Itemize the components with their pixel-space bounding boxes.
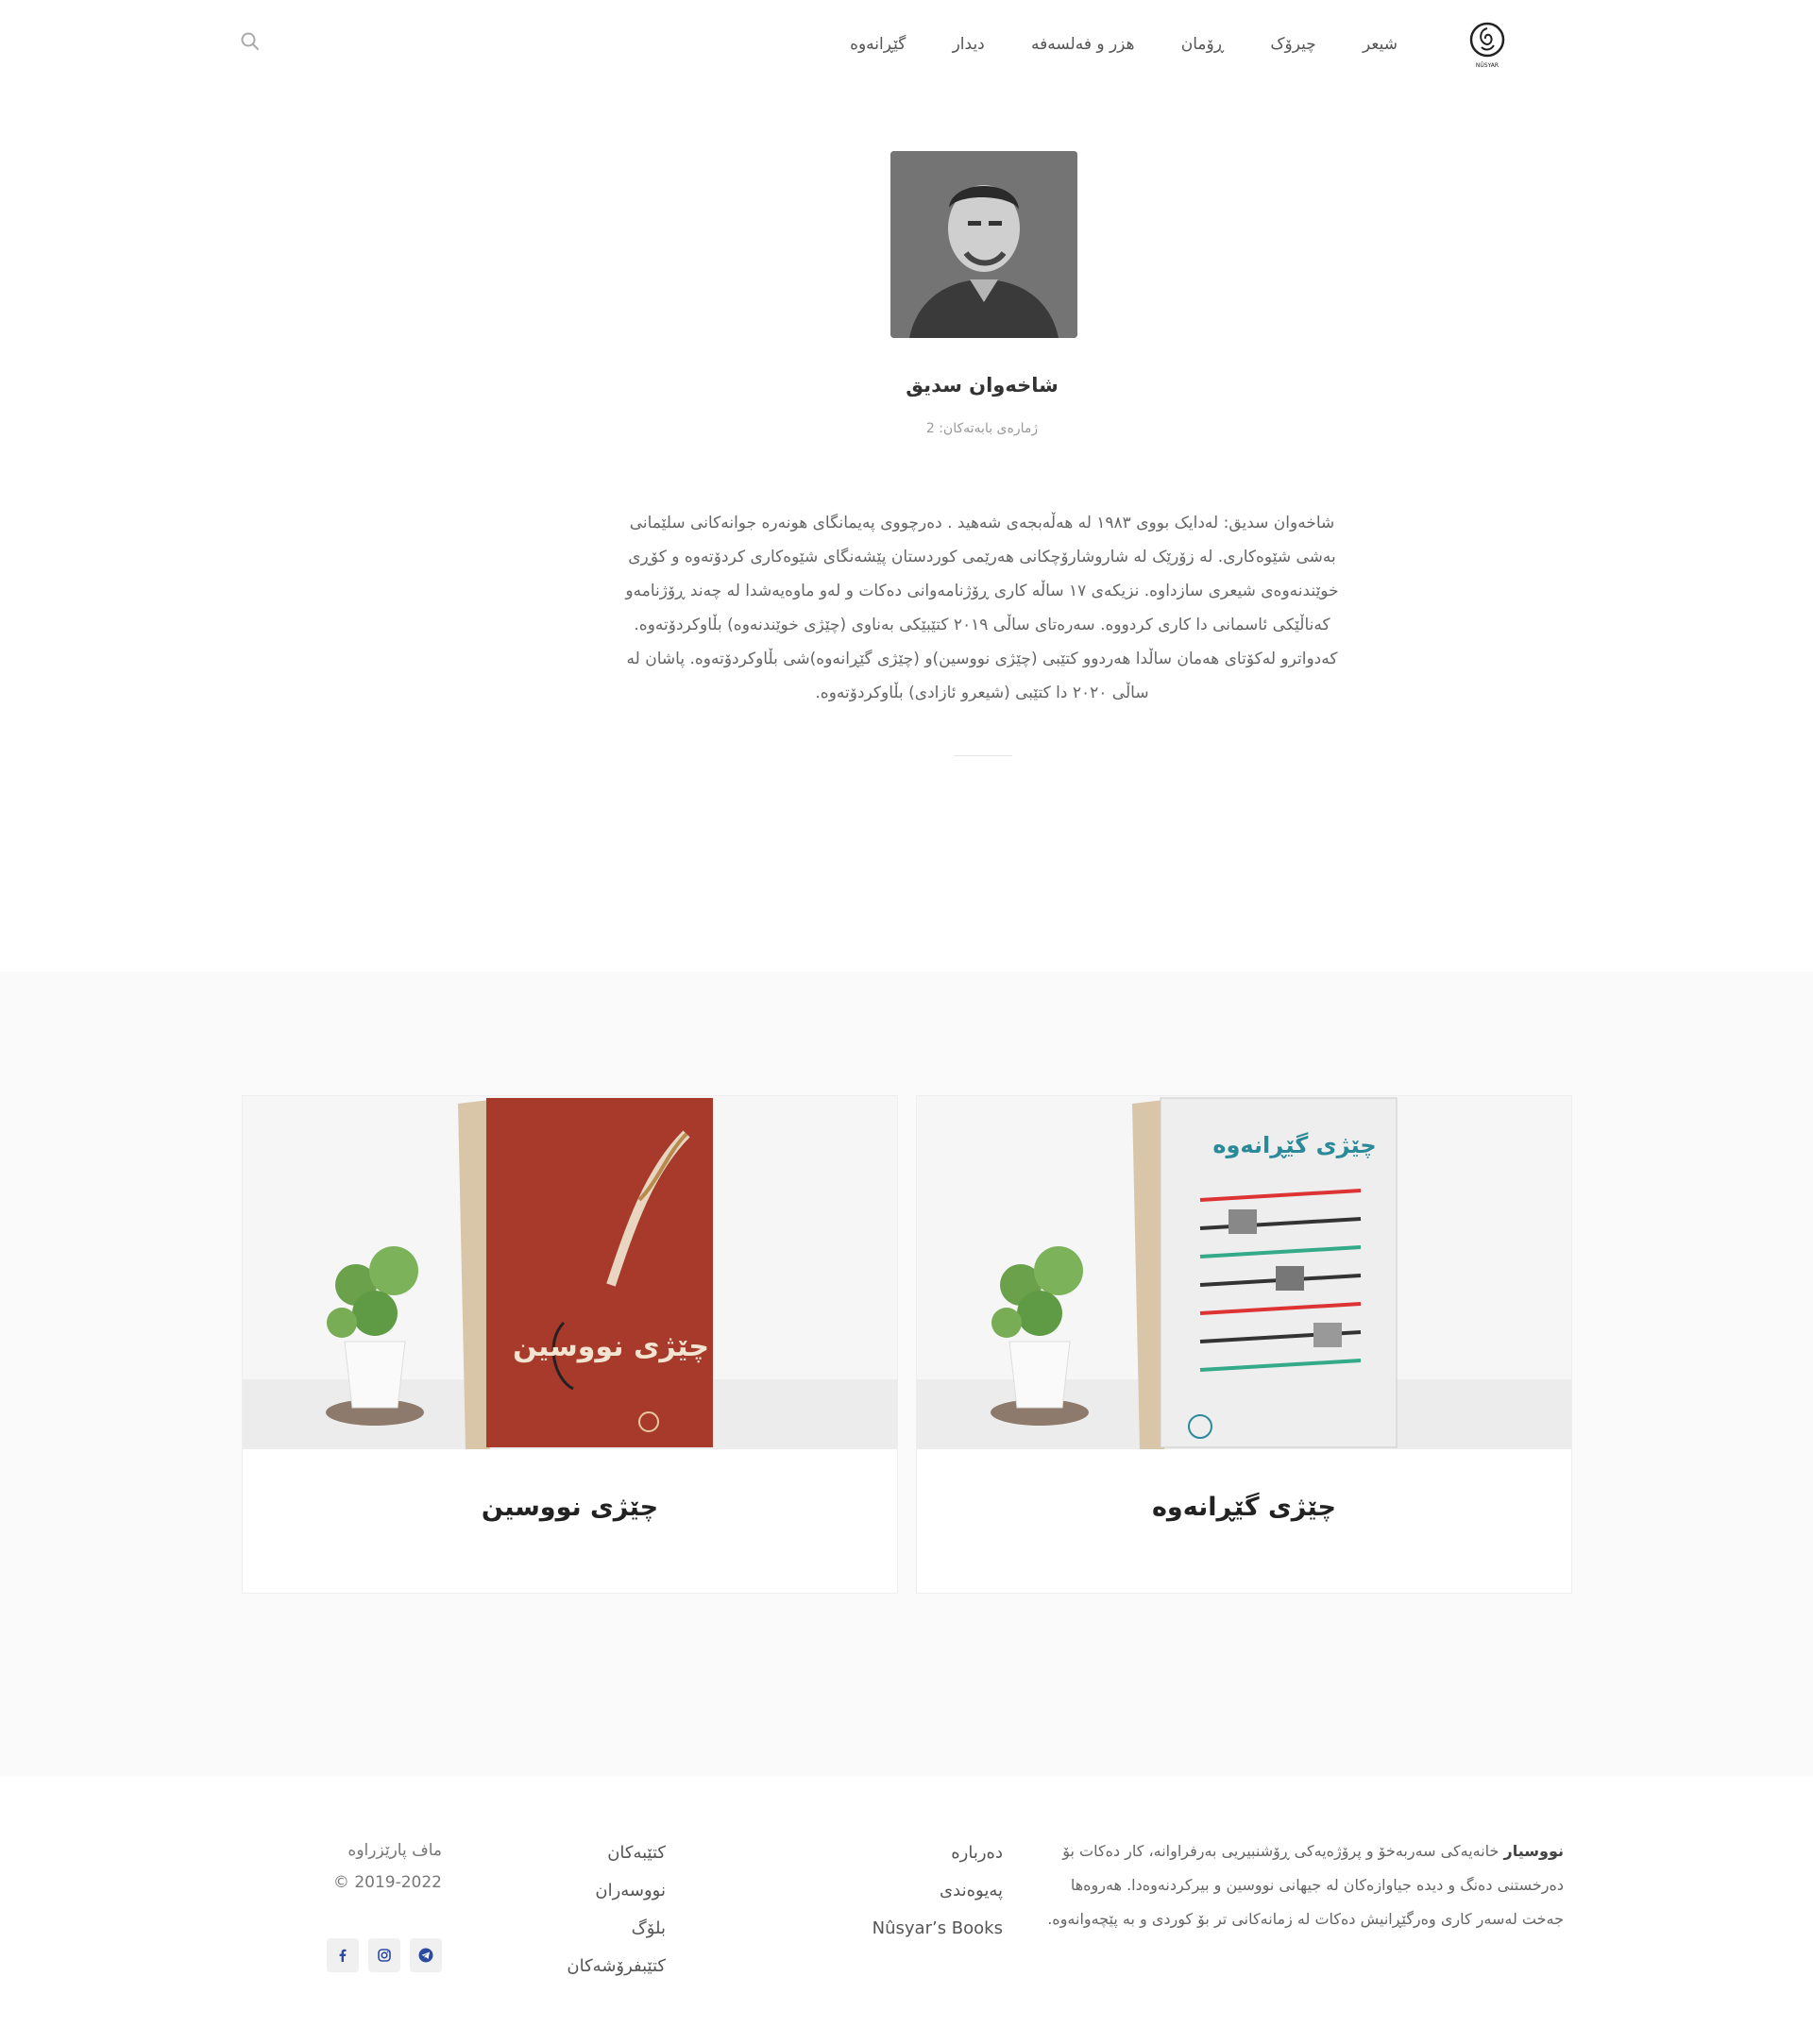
nav-item-narration[interactable]: گێڕانەوە xyxy=(850,35,906,54)
footer-brand: نووسیار xyxy=(1503,1842,1564,1860)
site-header: NÛSYAR شیعر چیرۆک ڕۆمان هزر و فەلسەفە دی… xyxy=(0,0,1813,87)
facebook-icon xyxy=(339,1949,347,1962)
author-post-count: ژمارەی بابەتەکان: 2 xyxy=(925,421,1039,436)
nav-item-novel[interactable]: ڕۆمان xyxy=(1181,35,1224,54)
instagram-icon xyxy=(378,1949,391,1962)
book-title[interactable]: چێژی گێڕانەوە xyxy=(917,1493,1571,1522)
footer-copyright-years: © 2019-2022 xyxy=(332,1873,442,1892)
footer-link-books[interactable]: کتێبەکان xyxy=(529,1834,666,1872)
search-icon xyxy=(241,32,259,50)
book-cover-image[interactable]: چێژی گێڕانەوە xyxy=(917,1096,1571,1449)
author-avatar xyxy=(890,151,1077,338)
author-name: شاخەوان سدیق xyxy=(906,374,1059,397)
book-card[interactable]: چێژی گێڕانەوە چێژی گێڕانەوە xyxy=(916,1095,1572,1594)
site-footer: نووسیار خانەیەکی سەربەخۆ و پرۆژەیەکی ڕۆش… xyxy=(0,1776,1813,2044)
footer-links-col-2: کتێبەکان نووسەران بلۆگ کتێبفرۆشەکان xyxy=(529,1834,666,1985)
footer-rights: ماف پارێزراوە xyxy=(347,1841,442,1860)
footer-link-nusyar-books[interactable]: Nûsyar’s Books xyxy=(850,1910,1003,1948)
site-logo[interactable]: NÛSYAR xyxy=(1466,19,1508,70)
footer-about: نووسیار خانەیەکی سەربەخۆ و پرۆژەیەکی ڕۆش… xyxy=(1039,1834,1564,1936)
instagram-link[interactable] xyxy=(368,1938,400,1972)
facebook-link[interactable] xyxy=(327,1938,359,1972)
footer-link-writers[interactable]: نووسەران xyxy=(529,1872,666,1910)
footer-link-contact[interactable]: پەیوەندی xyxy=(850,1872,1003,1910)
nav-item-poetry[interactable]: شیعر xyxy=(1363,35,1398,54)
divider xyxy=(954,755,1012,756)
footer-link-bookstores[interactable]: کتێبفرۆشەکان xyxy=(529,1948,666,1985)
footer-about-text: خانەیەکی سەربەخۆ و پرۆژەیەکی ڕۆشنبیریی ب… xyxy=(1047,1842,1564,1928)
book-card[interactable]: چێژی نووسین چێژی نووسین xyxy=(242,1095,898,1594)
author-bio: شاخەوان سدیق: لەدایک بووی ١٩٨٣ لە هەڵەبج… xyxy=(625,514,1339,702)
nav-item-interview[interactable]: دیدار xyxy=(953,35,985,54)
author-books-section: چێژی گێڕانەوە چێژی گێڕانەوە چێژی نووسین … xyxy=(0,971,1813,1776)
telegram-link[interactable] xyxy=(410,1938,442,1972)
book-cover-image[interactable]: چێژی نووسین xyxy=(243,1096,897,1449)
social-links xyxy=(327,1938,442,1972)
book-cover-title: چێژی نووسین xyxy=(513,1330,709,1363)
book-title[interactable]: چێژی نووسین xyxy=(243,1493,897,1522)
footer-copyright: ماف پارێزراوە © 2019-2022 xyxy=(283,1834,442,1899)
nusyar-logo-icon: NÛSYAR xyxy=(1469,22,1505,69)
footer-links-col-1: دەربارە پەیوەندی Nûsyar’s Books xyxy=(850,1834,1003,1948)
svg-text:NÛSYAR: NÛSYAR xyxy=(1476,62,1499,69)
nav-item-philosophy[interactable]: هزر و فەلسەفە xyxy=(1031,35,1135,54)
footer-link-about[interactable]: دەربارە xyxy=(850,1834,1003,1872)
telegram-icon xyxy=(418,1948,433,1963)
book-cover-title: چێژی گێڕانەوە xyxy=(1212,1132,1376,1158)
nav-item-story[interactable]: چیرۆک xyxy=(1270,35,1315,54)
search-button[interactable] xyxy=(239,30,262,53)
footer-link-blog[interactable]: بلۆگ xyxy=(529,1910,666,1948)
main-nav: شیعر چیرۆک ڕۆمان هزر و فەلسەفە دیدار گێڕ… xyxy=(850,28,1398,60)
